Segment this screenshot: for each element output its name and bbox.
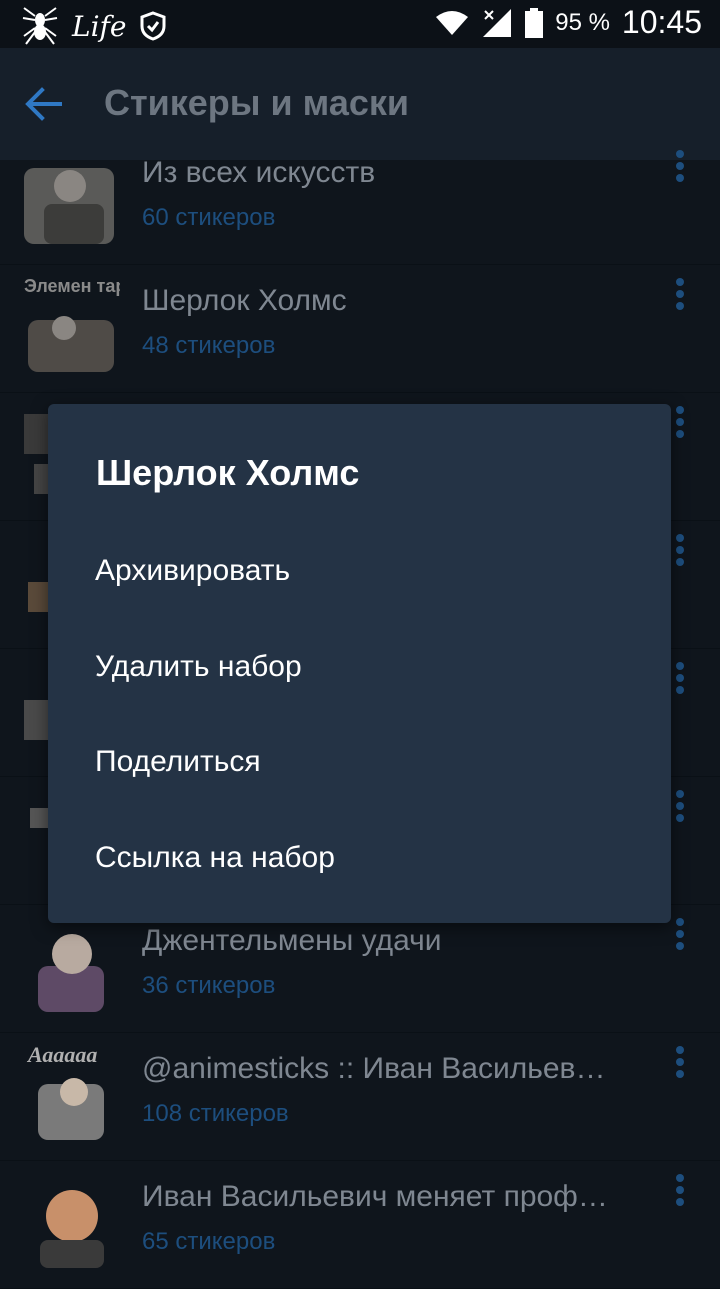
more-vert-icon[interactable] (670, 1170, 690, 1210)
sticker-set-name: Шерлок Холмс (142, 284, 347, 317)
more-vert-icon[interactable] (670, 530, 690, 570)
option-label: Архивировать (95, 554, 291, 587)
more-vert-icon[interactable] (670, 402, 690, 442)
sticker-thumbnail (24, 168, 114, 244)
sticker-set-count: 48 стикеров (142, 332, 276, 359)
sticker-set-count: 108 стикеров (142, 1100, 289, 1127)
more-vert-icon[interactable] (670, 786, 690, 826)
option-label: Ссылка на набор (95, 841, 335, 874)
more-vert-icon[interactable] (670, 658, 690, 698)
archive-option[interactable]: Архивировать (48, 526, 671, 622)
shield-check-icon (140, 11, 166, 41)
cell-signal-icon (483, 8, 512, 37)
copy-link-option[interactable]: Ссылка на набор (48, 813, 671, 909)
spider-icon (22, 7, 58, 45)
sticker-set-count: 65 стикеров (142, 1228, 276, 1255)
sticker-set-row[interactable]: Иван Васильевич меняет проф… 65 стикеров (0, 1160, 720, 1289)
wifi-icon (436, 10, 469, 35)
more-vert-icon[interactable] (670, 914, 690, 954)
sticker-thumbnail: Элемен тарно (24, 276, 120, 372)
sticker-set-row[interactable]: Аааааа @animesticks :: Иван Васильев… 10… (0, 1032, 720, 1161)
battery-percent: 95 % (555, 8, 610, 36)
context-menu-dialog: Шерлок Холмс Архивировать Удалить набор … (48, 404, 671, 923)
share-option[interactable]: Поделиться (48, 717, 671, 813)
sticker-set-name: Иван Васильевич меняет проф… (142, 1180, 608, 1213)
sticker-set-count: 36 стикеров (142, 972, 276, 999)
status-bar: Life 95 % 10:45 (0, 0, 720, 48)
more-vert-icon[interactable] (670, 146, 690, 186)
sticker-thumbnail (40, 1190, 104, 1268)
delete-set-option[interactable]: Удалить набор (48, 622, 671, 718)
sticker-thumbnail-caption: Элемен тарно (24, 276, 120, 296)
sticker-set-name: Из всех искусств (142, 156, 376, 189)
page-title: Стикеры и маски (104, 82, 410, 123)
dialog-title: Шерлок Холмс (96, 452, 360, 493)
sticker-set-row[interactable]: Элемен тарно Шерлок Холмс 48 стикеров (0, 264, 720, 393)
sticker-set-name: Джентельмены удачи (142, 924, 442, 957)
sticker-thumbnail-caption: Аааааа (26, 1044, 97, 1067)
more-vert-icon[interactable] (670, 274, 690, 314)
sticker-set-name: @animesticks :: Иван Васильев… (142, 1052, 606, 1085)
back-arrow-icon[interactable] (24, 86, 64, 122)
carrier-name: Life (72, 9, 127, 43)
option-label: Удалить набор (95, 650, 302, 683)
sticker-thumbnail: Аааааа (26, 1044, 104, 1140)
clock: 10:45 (621, 4, 702, 40)
sticker-thumbnail (38, 934, 104, 1012)
more-vert-icon[interactable] (670, 1042, 690, 1082)
option-label: Поделиться (95, 745, 261, 778)
sticker-set-count: 60 стикеров (142, 204, 276, 231)
battery-icon (525, 7, 544, 38)
sticker-set-row[interactable]: Из всех искусств 60 стикеров (0, 136, 720, 265)
sticker-set-row[interactable]: Джентельмены удачи 36 стикеров (0, 904, 720, 1033)
